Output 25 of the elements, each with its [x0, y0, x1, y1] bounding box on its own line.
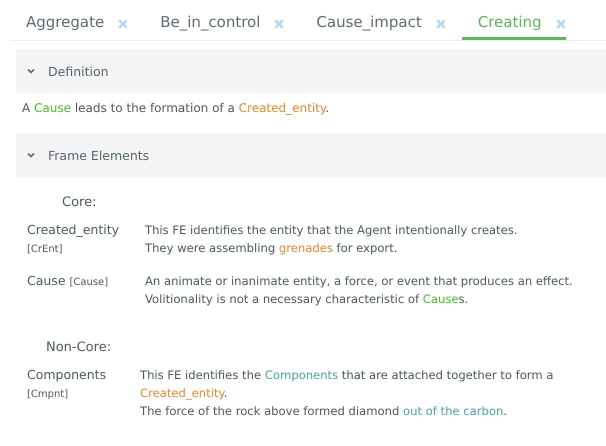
chevron-icon [26, 66, 36, 76]
element-abbreviation: [Cmpnt] [27, 389, 68, 400]
close-icon[interactable] [118, 18, 128, 28]
close-icon[interactable] [556, 18, 566, 28]
tab[interactable]: Be_in_control [144, 6, 300, 40]
section-header[interactable]: Definition [16, 49, 606, 93]
definition-text: A Cause leads to the formation of a Created_entity. [21, 100, 330, 117]
element-abbreviation: [Cause] [70, 277, 108, 288]
element-abbreviation: [CrEnt] [27, 244, 62, 255]
close-icon[interactable] [436, 18, 446, 28]
tab[interactable]: Aggregate [10, 6, 144, 40]
group-heading: Core: [61, 194, 98, 212]
element-name: Cause [27, 273, 66, 288]
description-text: This FE identifies the Components that are attached together to form a Created_entity. [140, 367, 554, 402]
chevron-icon [26, 150, 36, 160]
element-name: Components [27, 367, 106, 382]
close-icon[interactable] [274, 18, 284, 28]
description-text: They were assembling grenades for export. [145, 240, 398, 257]
tab[interactable]: Cause_impact [300, 6, 462, 40]
description-text: An animate or inanimate entity, a force, or event that produces an effect. Volitionality is not a necessary characteristic of Causes. [145, 273, 574, 308]
group-heading: Non-Core: [45, 339, 112, 357]
description-text: This FE identifies the entity that the Agent intentionally creates. [145, 222, 518, 239]
section-header[interactable]: Frame Elements [16, 133, 606, 177]
description-text: The force of the rock above formed diamond out of the carbon. [140, 403, 508, 420]
element-name: Created_entity [27, 222, 120, 237]
